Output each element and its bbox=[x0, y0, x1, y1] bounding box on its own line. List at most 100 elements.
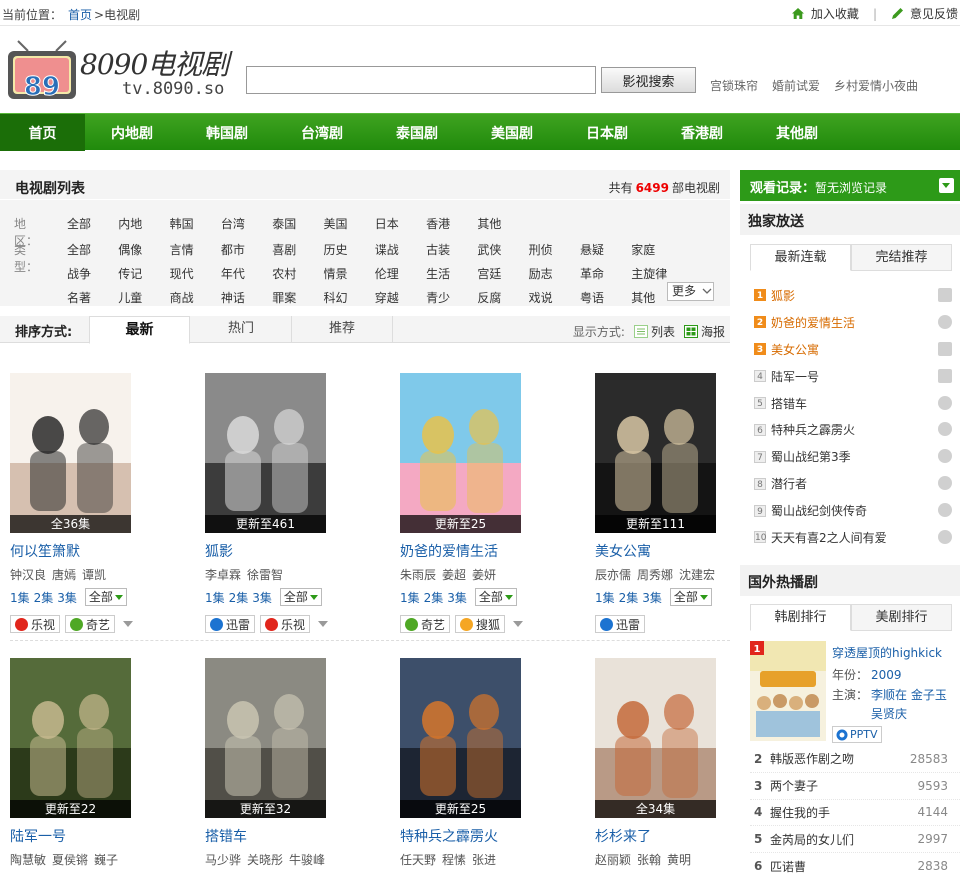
show-title-link[interactable]: 杉杉来了 bbox=[595, 826, 745, 846]
play-source-button[interactable]: 乐视 bbox=[260, 615, 311, 633]
type-option[interactable]: 农村 bbox=[272, 265, 323, 282]
nav-item-5[interactable]: 美国剧 bbox=[465, 114, 560, 151]
type-option[interactable]: 战争 bbox=[67, 265, 118, 282]
sort-tab-hot[interactable]: 热门 bbox=[191, 316, 292, 343]
search-input[interactable] bbox=[246, 66, 596, 94]
type-option[interactable]: 家庭 bbox=[631, 241, 682, 258]
type-option[interactable]: 古装 bbox=[426, 241, 477, 258]
tab-american-rank[interactable]: 美剧排行 bbox=[851, 604, 952, 631]
actor-link[interactable]: 黄明 bbox=[667, 851, 691, 868]
region-option[interactable]: 香港 bbox=[426, 215, 477, 232]
show-poster[interactable]: 全34集 bbox=[595, 658, 716, 818]
actor-link[interactable]: 陶慧敏 bbox=[10, 851, 46, 868]
episode-link[interactable]: 2集 bbox=[424, 589, 444, 606]
play-source-button[interactable]: 乐视 bbox=[10, 615, 61, 633]
more-types-button[interactable]: 更多 bbox=[667, 282, 714, 301]
feedback-link[interactable]: 意见反馈 bbox=[910, 5, 958, 22]
type-option[interactable]: 科幻 bbox=[323, 289, 374, 306]
episode-link[interactable]: 2集 bbox=[229, 589, 249, 606]
exclusive-list-item[interactable]: 8 潜行者 bbox=[750, 470, 960, 497]
all-episodes-dropdown[interactable]: 全部 bbox=[474, 588, 517, 606]
actor-link[interactable]: 巍子 bbox=[94, 851, 118, 868]
sort-tab-recommend[interactable]: 推荐 bbox=[292, 316, 393, 343]
exclusive-list-item[interactable]: 3 美女公寓 bbox=[750, 336, 960, 363]
hot-search-link[interactable]: 乡村爱情小夜曲 bbox=[834, 77, 918, 94]
korean-rank-item[interactable]: 4 握住我的手 4144 bbox=[750, 800, 960, 827]
display-poster-option[interactable]: 海报 bbox=[683, 323, 725, 340]
featured-poster[interactable]: 1 bbox=[750, 641, 826, 741]
korean-rank-item[interactable]: 2 韩版恶作剧之吻 28583 bbox=[750, 746, 960, 773]
nav-item-6[interactable]: 日本剧 bbox=[560, 114, 655, 151]
type-option[interactable]: 刑侦 bbox=[529, 241, 580, 258]
type-option[interactable]: 悬疑 bbox=[580, 241, 631, 258]
featured-korean-drama[interactable]: 1 穿透屋顶的highkick 年份： 2009 主演： 李顺在 金子玉 吴贤庆 P… bbox=[750, 641, 960, 743]
more-sources-icon[interactable] bbox=[123, 621, 134, 627]
nav-item-7[interactable]: 香港剧 bbox=[655, 114, 750, 151]
show-poster[interactable]: 更新至111 bbox=[595, 373, 716, 533]
play-source-button[interactable]: 搜狐 bbox=[455, 615, 506, 633]
display-list-option[interactable]: 列表 bbox=[633, 323, 675, 340]
korean-rank-item[interactable]: 6 匹诺曹 2838 bbox=[750, 853, 960, 873]
region-option[interactable]: 内地 bbox=[118, 215, 169, 232]
region-option[interactable]: 其他 bbox=[477, 215, 528, 232]
actor-link[interactable]: 赵丽颖 bbox=[595, 851, 631, 868]
show-poster[interactable]: 更新至25 bbox=[400, 373, 521, 533]
type-option[interactable]: 偶像 bbox=[118, 241, 169, 258]
type-option[interactable]: 粤语 bbox=[580, 289, 631, 306]
actor-link[interactable]: 李卓霖 bbox=[205, 566, 241, 583]
episode-link[interactable]: 3集 bbox=[57, 589, 77, 606]
tab-latest-serial[interactable]: 最新连载 bbox=[750, 244, 851, 271]
more-sources-icon[interactable] bbox=[513, 621, 524, 627]
type-option[interactable]: 现代 bbox=[170, 265, 221, 282]
show-poster[interactable]: 更新至32 bbox=[205, 658, 326, 818]
type-option[interactable]: 青少 bbox=[426, 289, 477, 306]
actor-link[interactable]: 谭凯 bbox=[82, 566, 106, 583]
episode-link[interactable]: 1集 bbox=[400, 589, 420, 606]
all-episodes-dropdown[interactable]: 全部 bbox=[669, 588, 712, 606]
actor-link[interactable]: 张翰 bbox=[637, 851, 661, 868]
exclusive-list-item[interactable]: 9 蜀山战纪剑侠传奇 bbox=[750, 497, 960, 524]
show-title-link[interactable]: 奶爸的爱情生活 bbox=[400, 541, 550, 561]
episode-link[interactable]: 2集 bbox=[34, 589, 54, 606]
region-option[interactable]: 美国 bbox=[323, 215, 374, 232]
actor-link[interactable]: 朱雨辰 bbox=[400, 566, 436, 583]
actor-link[interactable]: 马少骅 bbox=[205, 851, 241, 868]
type-option[interactable]: 情景 bbox=[323, 265, 374, 282]
show-title-link[interactable]: 特种兵之霹雳火 bbox=[400, 826, 550, 846]
actor-link[interactable]: 姜超 bbox=[442, 566, 466, 583]
exclusive-list-item[interactable]: 2 奶爸的爱情生活 bbox=[750, 309, 960, 336]
episode-link[interactable]: 3集 bbox=[447, 589, 467, 606]
featured-cast-line2[interactable]: 吴贤庆 bbox=[871, 707, 907, 721]
type-option[interactable]: 历史 bbox=[323, 241, 374, 258]
actor-link[interactable]: 沈建宏 bbox=[679, 566, 715, 583]
type-option[interactable]: 反腐 bbox=[477, 289, 528, 306]
type-option[interactable]: 武侠 bbox=[477, 241, 528, 258]
show-poster[interactable]: 更新至25 bbox=[400, 658, 521, 818]
show-title-link[interactable]: 搭错车 bbox=[205, 826, 355, 846]
show-title-link[interactable]: 何以笙箫默 bbox=[10, 541, 160, 561]
actor-link[interactable]: 程愫 bbox=[442, 851, 466, 868]
type-option[interactable]: 年代 bbox=[221, 265, 272, 282]
type-option[interactable]: 言情 bbox=[170, 241, 221, 258]
type-option[interactable]: 励志 bbox=[529, 265, 580, 282]
exclusive-list-item[interactable]: 1 狐影 bbox=[750, 282, 960, 309]
sort-tab-newest[interactable]: 最新 bbox=[89, 316, 190, 344]
type-option[interactable]: 生活 bbox=[426, 265, 477, 282]
actor-link[interactable]: 张进 bbox=[472, 851, 496, 868]
type-option[interactable]: 名著 bbox=[67, 289, 118, 306]
exclusive-list-item[interactable]: 6 特种兵之霹雳火 bbox=[750, 416, 960, 443]
type-option[interactable]: 商战 bbox=[170, 289, 221, 306]
actor-link[interactable]: 周秀娜 bbox=[637, 566, 673, 583]
type-option[interactable]: 穿越 bbox=[375, 289, 426, 306]
type-option[interactable]: 都市 bbox=[221, 241, 272, 258]
episode-link[interactable]: 1集 bbox=[205, 589, 225, 606]
episode-link[interactable]: 1集 bbox=[595, 589, 615, 606]
more-sources-icon[interactable] bbox=[318, 621, 329, 627]
actor-link[interactable]: 钟汉良 bbox=[10, 566, 46, 583]
pptv-source-button[interactable]: PPTV bbox=[832, 726, 882, 743]
history-dropdown-button[interactable] bbox=[939, 178, 954, 193]
type-option[interactable]: 戏说 bbox=[529, 289, 580, 306]
actor-link[interactable]: 任天野 bbox=[400, 851, 436, 868]
play-source-button[interactable]: 奇艺 bbox=[400, 615, 451, 633]
episode-link[interactable]: 2集 bbox=[619, 589, 639, 606]
